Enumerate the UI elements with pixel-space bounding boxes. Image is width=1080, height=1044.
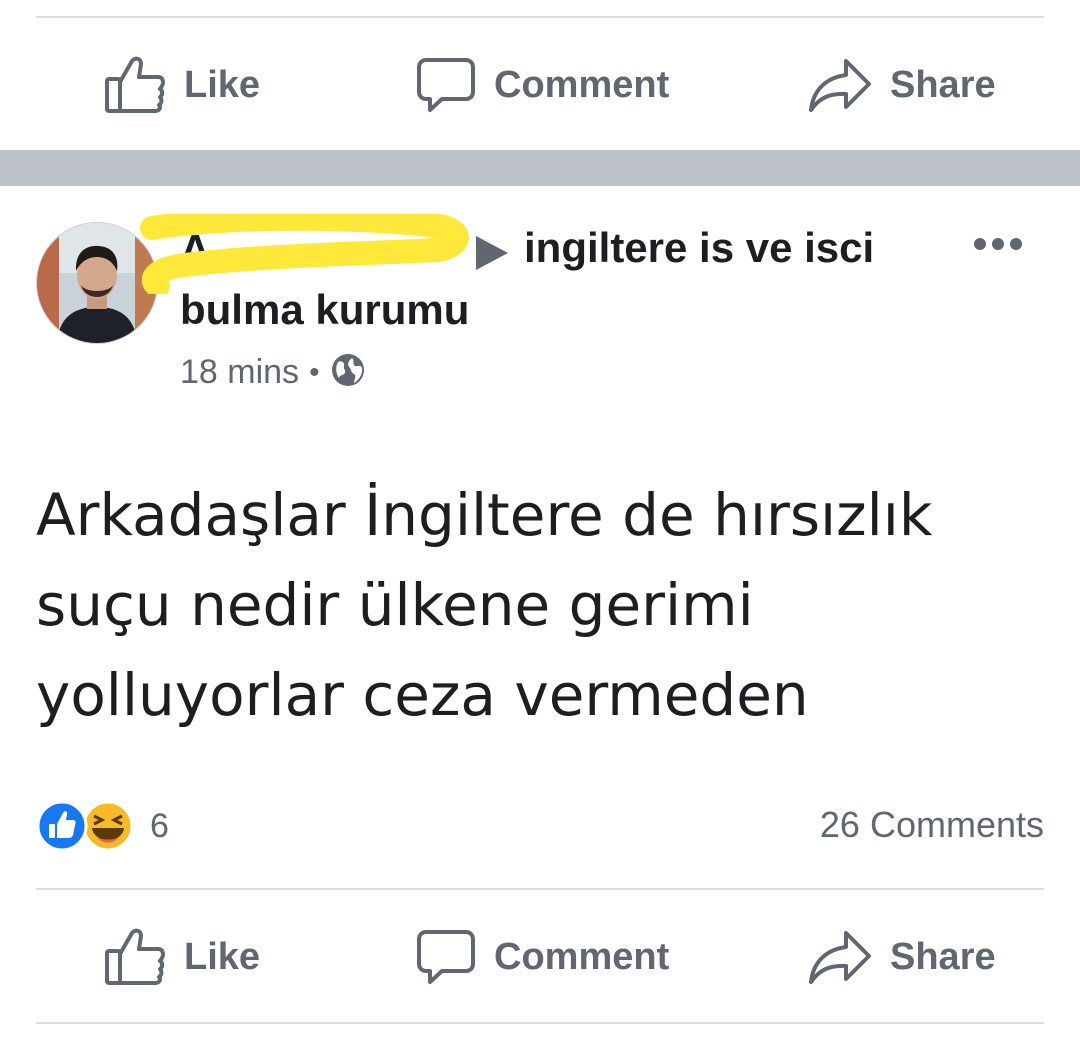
top-like-button[interactable]: Like <box>104 30 260 140</box>
post-time[interactable]: 18 mins <box>180 353 299 392</box>
top-divider <box>36 16 1044 18</box>
haha-reaction-icon <box>82 800 134 852</box>
comment-label: Comment <box>494 935 670 978</box>
share-arrow-icon <box>808 928 872 986</box>
meta-separator: • <box>309 355 320 389</box>
reactions-divider <box>36 888 1044 890</box>
post-text-line: Arkadaşlar İngiltere de hırsızlık <box>36 481 933 549</box>
like-reaction-icon <box>36 800 88 852</box>
share-arrow-icon <box>808 56 872 114</box>
share-label: Share <box>890 935 996 978</box>
bottom-action-bar: Like Comment Share <box>0 902 1080 1012</box>
reaction-count: 6 <box>150 806 169 845</box>
group-name-continued[interactable]: bulma kurumu <box>180 286 469 334</box>
share-button[interactable]: Share <box>808 902 996 1012</box>
comment-bubble-icon <box>416 56 476 114</box>
like-label: Like <box>184 63 261 106</box>
comment-button[interactable]: Comment <box>416 902 669 1012</box>
comments-count-link[interactable]: 26 Comments <box>820 804 1044 846</box>
thumbs-up-icon <box>104 55 166 115</box>
comment-label: Comment <box>494 63 670 106</box>
feed-separator <box>0 150 1080 186</box>
bottom-divider <box>36 1022 1044 1024</box>
thumbs-up-icon <box>104 927 166 987</box>
caret-right-icon <box>472 234 510 277</box>
more-options-icon[interactable] <box>972 232 1024 261</box>
reaction-icons <box>36 800 134 852</box>
top-share-button[interactable]: Share <box>808 30 996 140</box>
post-text-line: suçu nedir ülkene gerimi <box>36 571 754 639</box>
top-action-bar: Like Comment Share <box>0 30 1080 140</box>
reaction-summary[interactable]: 6 <box>36 800 169 852</box>
post-text: Arkadaşlar İngiltere de hırsızlık suçu n… <box>36 470 1036 740</box>
like-button[interactable]: Like <box>104 902 260 1012</box>
like-label: Like <box>184 935 261 978</box>
globe-icon <box>330 352 366 393</box>
comment-bubble-icon <box>416 928 476 986</box>
share-label: Share <box>890 63 996 106</box>
group-name[interactable]: ingiltere is ve isci <box>524 224 874 272</box>
post-meta: 18 mins • <box>180 352 366 393</box>
top-comment-button[interactable]: Comment <box>416 30 669 140</box>
post-text-line: yolluyorlar ceza vermeden <box>36 661 809 729</box>
redaction-mark <box>140 214 469 294</box>
